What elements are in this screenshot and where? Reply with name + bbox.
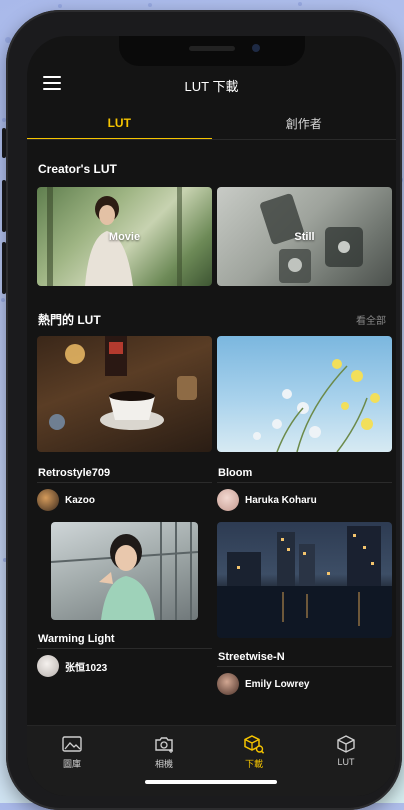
- card-retrostyle709-image[interactable]: [37, 336, 212, 452]
- cube-icon: [337, 735, 355, 753]
- tab-creators[interactable]: 創作者: [212, 106, 397, 140]
- creator-tile-movie-label: Movie: [108, 230, 141, 243]
- bottom-navigation: 圖庫 相機 下載 LUT: [27, 725, 396, 796]
- card-bloom-name[interactable]: Bloom: [218, 467, 252, 479]
- author-name: Kazoo: [65, 494, 95, 506]
- city-night-thumbnail: [217, 526, 392, 638]
- author-name: Emily Lowrey: [245, 678, 310, 690]
- card-divider: [37, 482, 212, 483]
- card-retrostyle709-name[interactable]: Retrostyle709: [38, 467, 110, 479]
- speaker: [189, 46, 235, 51]
- nav-camera-label: 相機: [154, 759, 173, 769]
- front-camera: [252, 44, 260, 52]
- avatar: [37, 489, 59, 511]
- avatar: [37, 655, 59, 677]
- card-streetwise-n-name[interactable]: Streetwise-N: [218, 651, 285, 663]
- nav-download-label: 下載: [244, 759, 263, 769]
- card-retrostyle709-author[interactable]: Kazoo: [37, 489, 95, 511]
- mute-switch: [2, 128, 6, 158]
- download-cube-icon: [244, 735, 265, 754]
- card-warming-light-image[interactable]: [51, 522, 198, 620]
- nav-gallery[interactable]: 圖庫: [42, 734, 102, 770]
- nav-gallery-label: 圖庫: [62, 759, 81, 769]
- home-indicator[interactable]: [145, 780, 277, 784]
- tab-divider: [27, 139, 396, 140]
- coffee-thumbnail: [49, 336, 197, 430]
- page-title: LUT 下載: [184, 78, 239, 94]
- popular-section-title: 熱門的 LUT: [38, 313, 101, 327]
- creator-tile-movie[interactable]: Movie: [37, 187, 212, 286]
- hamburger-menu-icon[interactable]: [43, 76, 61, 90]
- card-warming-light-author[interactable]: 张恒1023: [37, 655, 107, 677]
- avatar: [217, 489, 239, 511]
- phone-frame: LUT 下載 LUT 創作者 Creator's LUT Movie Still…: [2, 10, 402, 810]
- notch: [119, 36, 305, 66]
- girl-thumbnail: [51, 522, 198, 620]
- flowers-thumbnail: [253, 359, 380, 452]
- card-streetwise-n-image[interactable]: [217, 522, 392, 638]
- card-divider: [217, 666, 392, 667]
- nav-camera[interactable]: 相機: [134, 734, 194, 770]
- app-header: LUT 下載: [27, 66, 396, 104]
- volume-down-button: [2, 242, 6, 294]
- card-divider: [37, 648, 212, 649]
- nav-download[interactable]: 下載: [224, 734, 284, 770]
- nav-lut[interactable]: LUT: [316, 734, 376, 767]
- card-divider: [217, 482, 392, 483]
- tab-lut[interactable]: LUT: [27, 106, 212, 140]
- avatar: [217, 673, 239, 695]
- author-name: Haruka Koharu: [245, 494, 317, 506]
- author-name: 张恒1023: [65, 662, 108, 674]
- camera-icon: [155, 737, 173, 753]
- card-bloom-image[interactable]: [217, 336, 392, 452]
- see-all-link[interactable]: 看全部: [356, 312, 386, 327]
- card-streetwise-n-author[interactable]: Emily Lowrey: [217, 673, 309, 695]
- app-screen: LUT 下載 LUT 創作者 Creator's LUT Movie Still…: [27, 36, 396, 796]
- volume-up-button: [2, 180, 6, 232]
- creator-tile-still[interactable]: Still: [217, 187, 392, 286]
- tab-bar: LUT 創作者: [27, 106, 396, 140]
- gallery-icon: [62, 736, 82, 752]
- creators-section-title: Creator's LUT: [38, 162, 117, 176]
- nav-lut-label: LUT: [337, 757, 355, 767]
- creator-tile-still-label: Still: [294, 230, 315, 243]
- card-bloom-author[interactable]: Haruka Koharu: [217, 489, 317, 511]
- card-warming-light-name[interactable]: Warming Light: [38, 633, 115, 645]
